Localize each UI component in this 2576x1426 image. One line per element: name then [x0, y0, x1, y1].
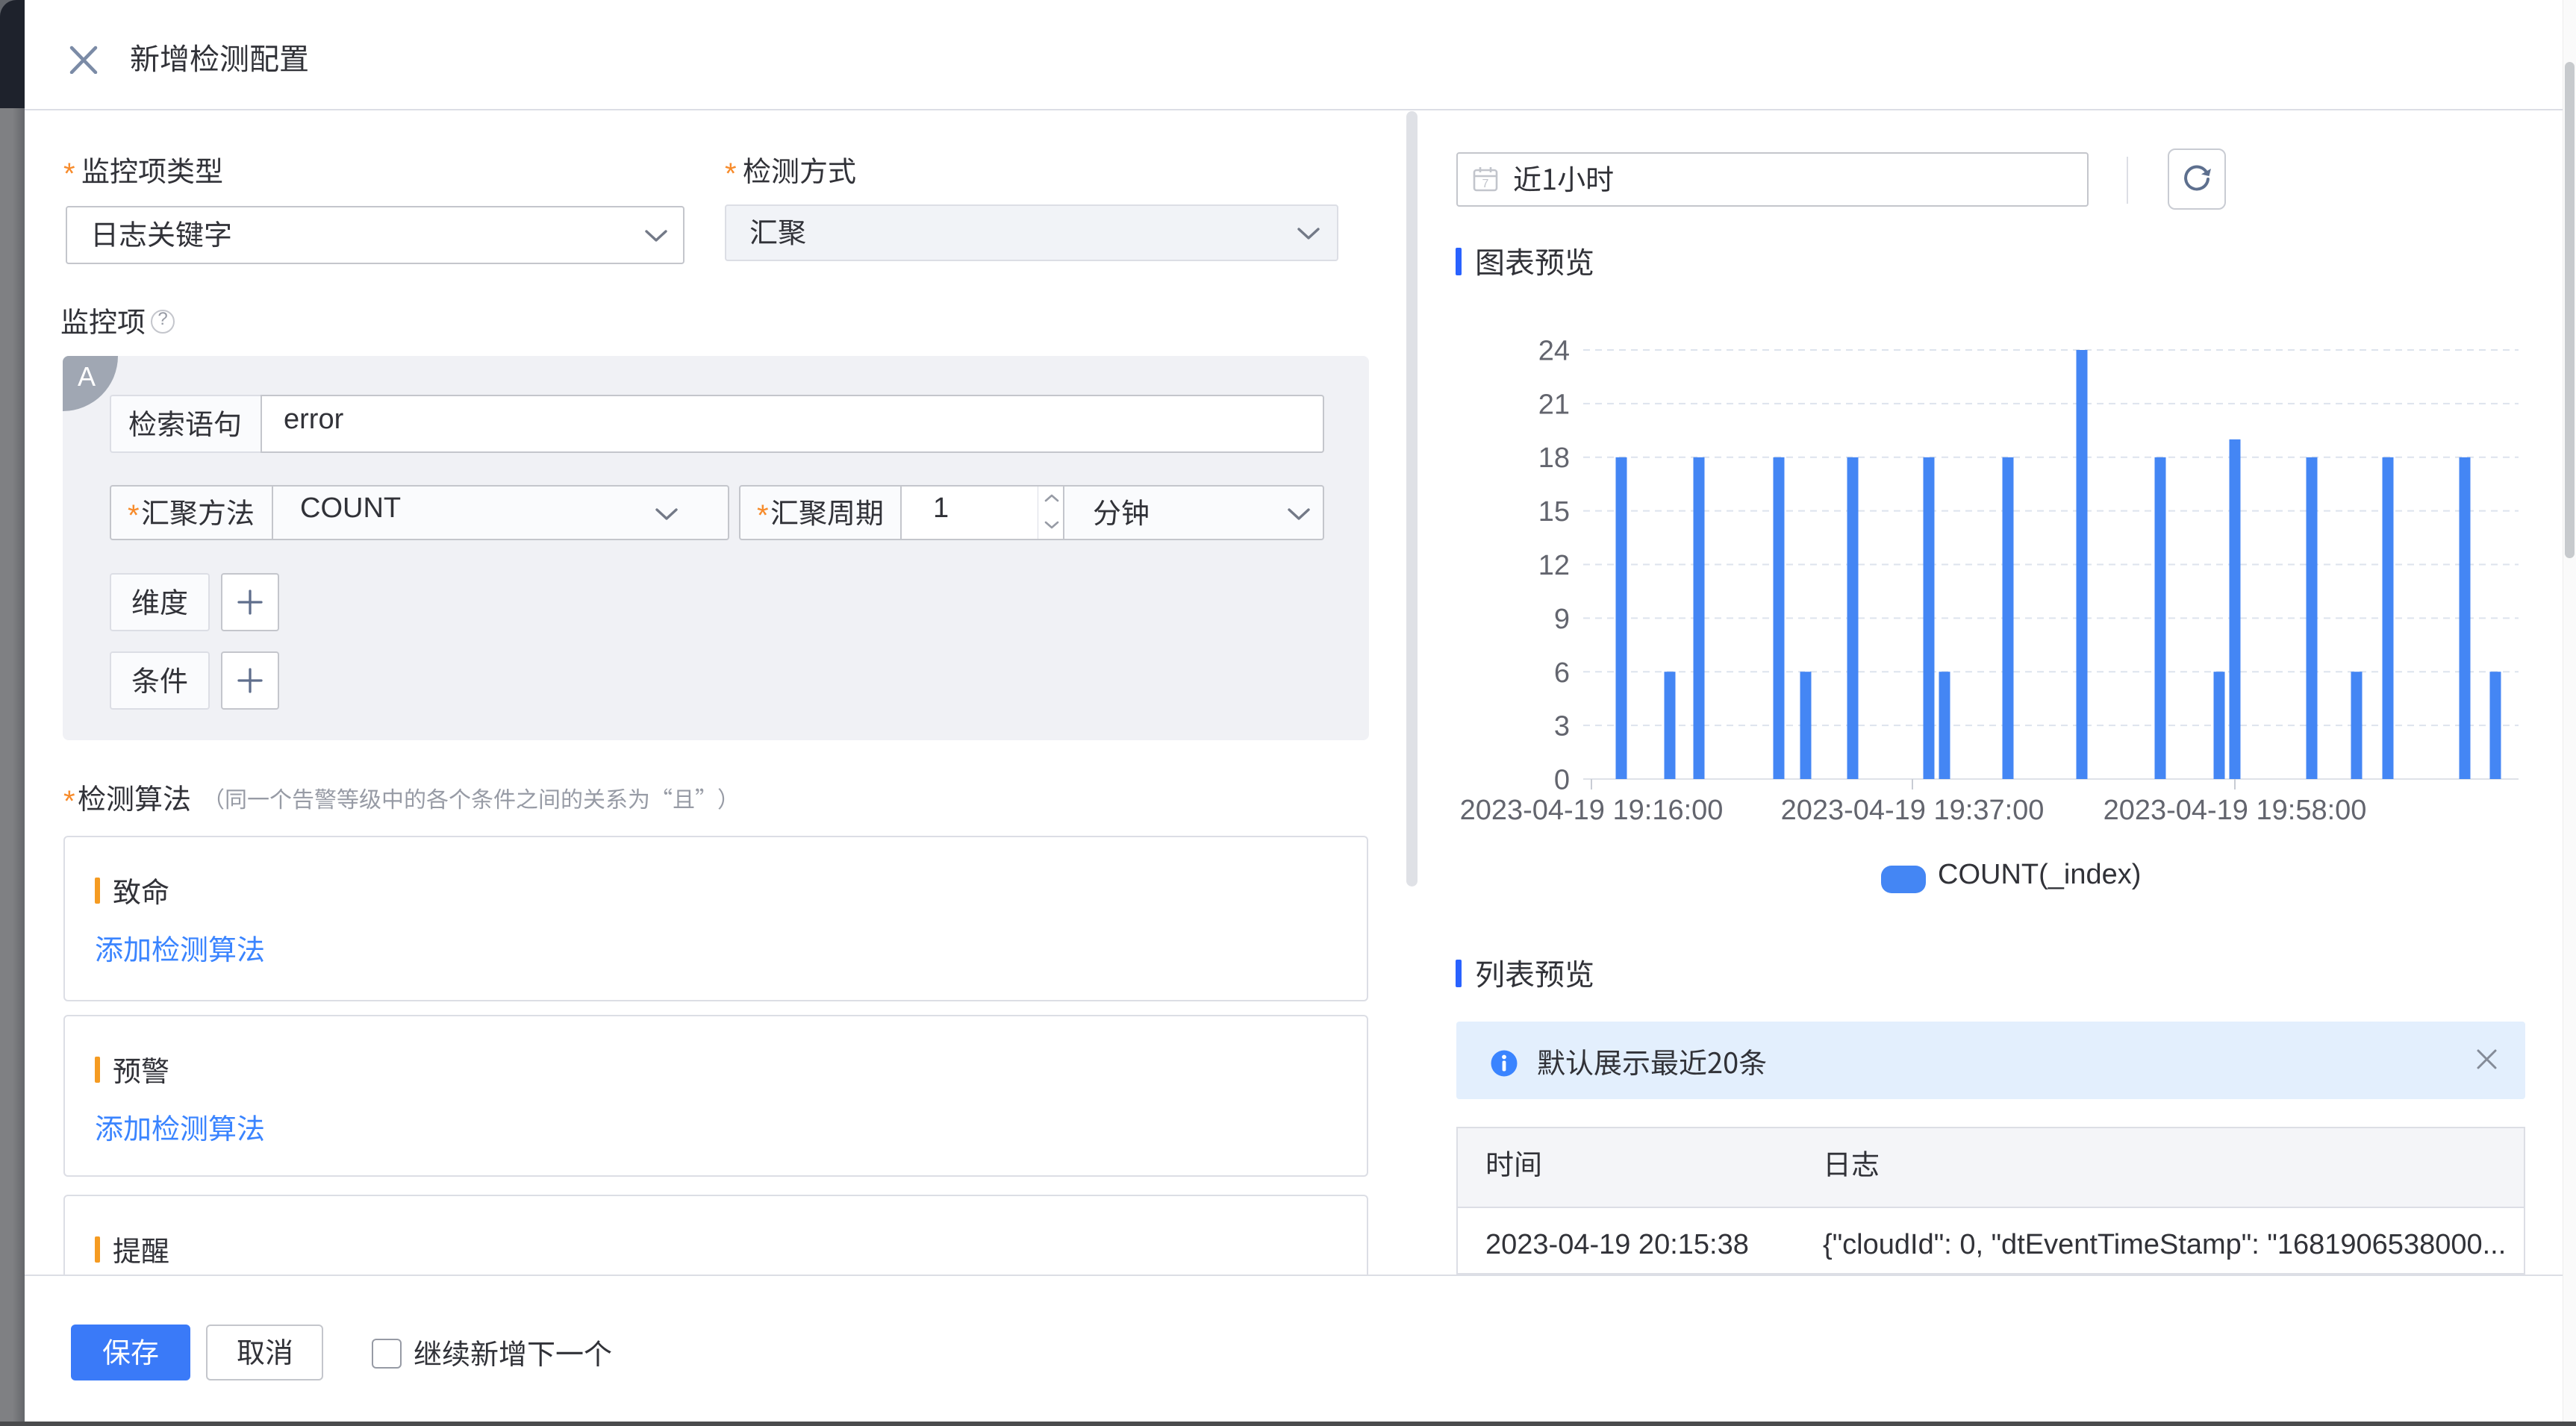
svg-text:9: 9: [1554, 604, 1570, 635]
svg-text:15: 15: [1538, 496, 1570, 528]
svg-text:2023-04-19 19:37:00: 2023-04-19 19:37:00: [1781, 795, 2045, 826]
svg-text:18: 18: [1538, 443, 1570, 474]
svg-text:2023-04-19 19:16:00: 2023-04-19 19:16:00: [1460, 795, 1724, 826]
svg-text:24: 24: [1538, 336, 1570, 367]
svg-text:3: 3: [1554, 711, 1570, 742]
svg-text:12: 12: [1538, 550, 1570, 581]
svg-text:21: 21: [1538, 389, 1570, 420]
svg-text:0: 0: [1554, 765, 1570, 796]
svg-text:2023-04-19 19:58:00: 2023-04-19 19:58:00: [2103, 795, 2367, 826]
svg-text:6: 6: [1554, 657, 1570, 689]
svg-text:7: 7: [1482, 178, 1489, 190]
